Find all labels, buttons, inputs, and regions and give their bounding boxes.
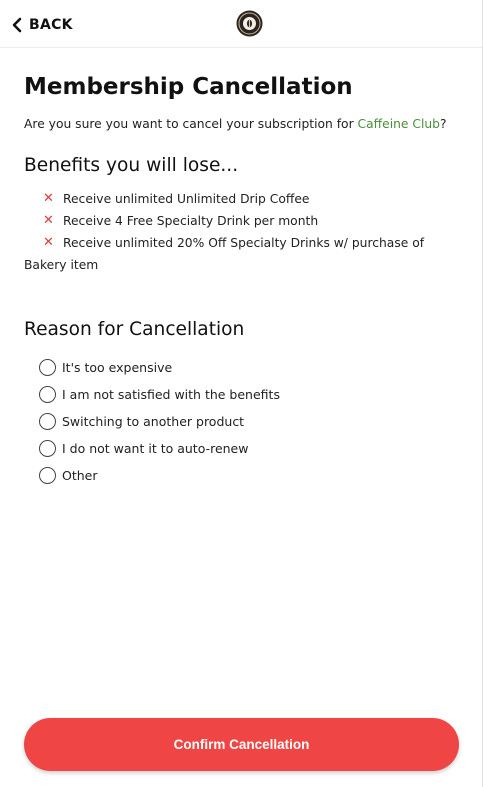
radio-button[interactable]	[39, 440, 56, 457]
reason-label: Switching to another product	[62, 414, 245, 429]
x-icon: ✕	[43, 213, 54, 228]
reason-option[interactable]: It's too expensive	[39, 354, 280, 381]
benefit-text: Receive unlimited Unlimited Drip Coffee	[63, 192, 310, 206]
reason-radio-group: It's too expensive I am not satisfied wi…	[39, 354, 280, 489]
benefits-heading: Benefits you will lose...	[24, 155, 239, 176]
benefit-text: Receive 4 Free Specialty Drink per month	[63, 214, 319, 228]
reason-label: I do not want it to auto-renew	[62, 441, 249, 456]
radio-button[interactable]	[39, 386, 56, 403]
subtitle-suffix: ?	[440, 117, 447, 131]
club-name-link[interactable]: Caffeine Club	[358, 117, 440, 131]
chevron-left-icon	[12, 17, 22, 33]
reason-heading: Reason for Cancellation	[24, 319, 245, 340]
brand-logo-icon	[236, 10, 263, 37]
top-bar: BACK	[0, 0, 482, 48]
page-title: Membership Cancellation	[24, 74, 353, 100]
reason-option[interactable]: Other	[39, 462, 280, 489]
back-button[interactable]: BACK	[12, 13, 73, 37]
radio-button[interactable]	[39, 413, 56, 430]
x-icon: ✕	[43, 191, 54, 206]
confirm-cancellation-button[interactable]: Confirm Cancellation	[24, 718, 459, 771]
benefit-item: ✕ Receive unlimited 20% Off Specialty Dr…	[24, 232, 464, 276]
reason-label: Other	[62, 468, 98, 483]
x-icon: ✕	[43, 235, 54, 250]
reason-label: It's too expensive	[62, 360, 173, 375]
benefit-item: ✕ Receive unlimited Unlimited Drip Coffe…	[24, 188, 464, 210]
benefit-item: ✕ Receive 4 Free Specialty Drink per mon…	[24, 210, 464, 232]
benefits-list: ✕ Receive unlimited Unlimited Drip Coffe…	[24, 188, 464, 276]
cancellation-intro: Membership Cancellation Are you sure you…	[24, 70, 464, 132]
confirmation-question: Are you sure you want to cancel your sub…	[24, 116, 464, 132]
radio-button[interactable]	[39, 467, 56, 484]
radio-button[interactable]	[39, 359, 56, 376]
benefit-text: Receive unlimited 20% Off Specialty Drin…	[24, 236, 425, 272]
reason-option[interactable]: I do not want it to auto-renew	[39, 435, 280, 462]
reason-option[interactable]: I am not satisfied with the benefits	[39, 381, 280, 408]
subtitle-prefix: Are you sure you want to cancel your sub…	[24, 117, 358, 131]
reason-option[interactable]: Switching to another product	[39, 408, 280, 435]
back-label: BACK	[29, 17, 73, 33]
reason-label: I am not satisfied with the benefits	[62, 387, 280, 402]
